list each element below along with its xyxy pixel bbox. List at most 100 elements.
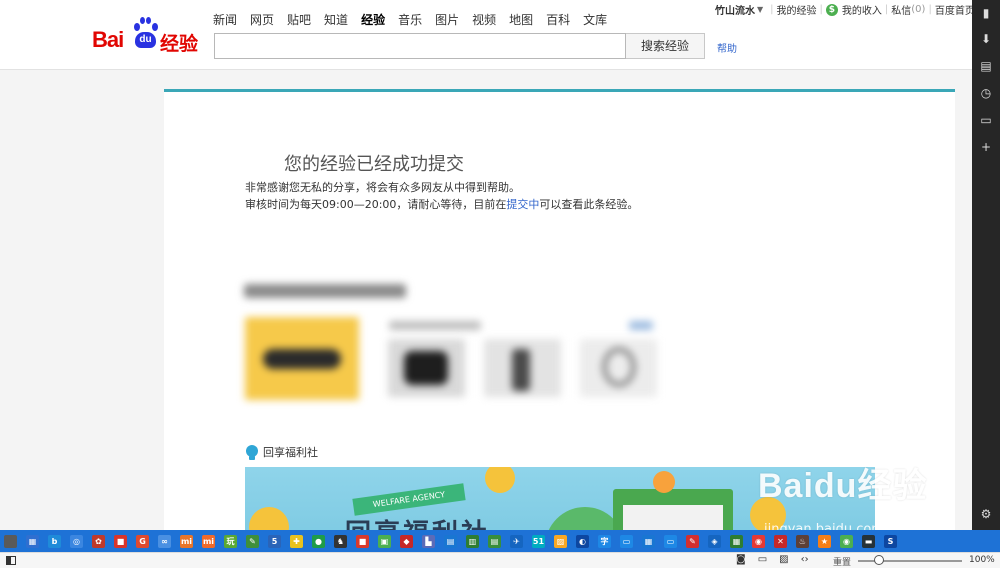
search-input[interactable] xyxy=(214,33,626,59)
nav-item-images[interactable]: 图片 xyxy=(435,11,459,28)
app-icon-13[interactable]: 5 xyxy=(268,534,281,548)
sun-graphic xyxy=(653,471,675,493)
top-nav: 新闻 网页 贴吧 知道 经验 音乐 图片 视频 地图 百科 文库 xyxy=(213,11,620,28)
app-icon-28[interactable]: 字 xyxy=(598,534,611,548)
app-icon-16[interactable]: ♞ xyxy=(334,534,347,548)
submitting-link[interactable]: 提交中 xyxy=(506,198,539,211)
app-icon-30[interactable]: ▦ xyxy=(642,534,655,548)
zoom-level: 100% xyxy=(969,555,995,565)
status-icons: ◙ ▭ ▨ ‹› xyxy=(736,554,821,565)
history-icon[interactable]: ◷ xyxy=(979,86,993,100)
app-icon-23[interactable]: ▤ xyxy=(488,534,501,548)
nav-item-web[interactable]: 网页 xyxy=(250,11,274,28)
blurred-heading xyxy=(244,284,406,298)
app-icon-5[interactable]: ✿ xyxy=(92,534,105,548)
app-icon-11[interactable]: 玩 xyxy=(224,534,237,548)
divider: | xyxy=(928,4,932,15)
app-icon-36[interactable]: ✕ xyxy=(774,534,787,548)
app-icon-34[interactable]: ▦ xyxy=(730,534,743,548)
bookmark-icon[interactable]: ▮ xyxy=(979,6,993,20)
nav-item-wenku[interactable]: 文库 xyxy=(583,11,607,28)
watermark-brand: Baidu经验 xyxy=(758,467,928,505)
baidu-watermark: Baidu经验 jingyan.baidu.com xyxy=(758,458,928,537)
app-icon-39[interactable]: ◉ xyxy=(840,534,853,548)
app-icon-6[interactable]: ■ xyxy=(114,534,127,548)
nav-item-jingyan[interactable]: 经验 xyxy=(361,11,385,28)
camera-icon[interactable]: ◙ xyxy=(736,554,746,565)
notes-icon[interactable]: ▤ xyxy=(979,59,993,73)
app-icon-21[interactable]: ▤ xyxy=(444,534,457,548)
app-icon-33[interactable]: ◈ xyxy=(708,534,721,548)
app-icon-12[interactable]: ✎ xyxy=(246,534,259,548)
logo-bai-text: Bai xyxy=(92,27,124,52)
download-icon[interactable]: ⬇ xyxy=(979,32,993,46)
divider: | xyxy=(819,4,823,15)
add-icon[interactable]: + xyxy=(979,140,993,154)
app-icon-41[interactable]: S xyxy=(884,534,897,548)
baidu-home-link[interactable]: 百度首页 xyxy=(935,2,975,17)
nav-item-video[interactable]: 视频 xyxy=(472,11,496,28)
app-icon-20[interactable]: ▙ xyxy=(422,534,435,548)
messages-link[interactable]: 私信 xyxy=(891,2,911,17)
app-icon-27[interactable]: ◐ xyxy=(576,534,589,548)
blurred-thumbnail[interactable] xyxy=(484,339,561,397)
blurred-thumbnail[interactable] xyxy=(580,339,657,397)
baidu-jingyan-logo[interactable]: Bai du 经验 xyxy=(92,17,204,57)
nav-item-map[interactable]: 地图 xyxy=(509,11,533,28)
app-icon-1[interactable] xyxy=(4,534,17,548)
app-icon-15[interactable]: ● xyxy=(312,534,325,548)
app-icon-4[interactable]: ◎ xyxy=(70,534,83,548)
taskbar: ▦ b ◎ ✿ ■ G ∞ mi mi 玩 ✎ 5 ✚ ● ♞ ■ ▣ ◆ ▙ ▤ ▥ ▤ ✈ 51 ▨ ◐ 字 ▭ ▦ ▭ ✎ ◈ ▦ ◉ ✕ ♨ ★… xyxy=(0,530,1000,552)
chevron-down-icon[interactable]: ▼ xyxy=(757,5,763,14)
app-icon-24[interactable]: ✈ xyxy=(510,534,523,548)
zoom-reset-button[interactable]: 重置 xyxy=(833,555,851,568)
username-menu[interactable]: 竹山流水 xyxy=(715,2,755,17)
logo-jingyan-text: 经验 xyxy=(160,33,199,55)
app-icon-29[interactable]: ▭ xyxy=(620,534,633,548)
my-income-link[interactable]: 我的收入 xyxy=(842,2,882,17)
nav-item-baike[interactable]: 百科 xyxy=(546,11,570,28)
app-icon-40[interactable]: ▬ xyxy=(862,534,875,548)
help-link[interactable]: 帮助 xyxy=(717,40,737,55)
app-icon-2[interactable]: ▦ xyxy=(26,534,39,548)
bing-icon[interactable]: b xyxy=(48,534,61,548)
app-icon-22[interactable]: ▥ xyxy=(466,534,479,548)
blurred-more-link[interactable] xyxy=(629,321,653,330)
nav-item-news[interactable]: 新闻 xyxy=(213,11,237,28)
window-icon[interactable]: ▭ xyxy=(758,554,767,565)
search-button[interactable]: 搜索经验 xyxy=(626,33,705,59)
app-icon-18[interactable]: ▣ xyxy=(378,534,391,548)
divider: | xyxy=(884,4,889,15)
app-icon-14[interactable]: ✚ xyxy=(290,534,303,548)
nav-item-tieba[interactable]: 贴吧 xyxy=(287,11,311,28)
zoom-slider-handle[interactable] xyxy=(874,555,884,565)
app-icon-31[interactable]: ▭ xyxy=(664,534,677,548)
app-icon-7[interactable]: G xyxy=(136,534,149,548)
code-icon[interactable]: ‹› xyxy=(801,554,809,565)
app-icon-32[interactable]: ✎ xyxy=(686,534,699,548)
image-icon[interactable]: ▨ xyxy=(779,554,788,565)
settings-icon[interactable]: ⚙ xyxy=(979,507,993,521)
messages-count: (0) xyxy=(911,4,926,15)
nav-item-music[interactable]: 音乐 xyxy=(398,11,422,28)
app-icon-25[interactable]: 51 xyxy=(532,534,545,548)
sidebar-toggle-icon[interactable] xyxy=(6,556,16,565)
app-icon-37[interactable]: ♨ xyxy=(796,534,809,548)
app-icon-8[interactable]: ∞ xyxy=(158,534,171,548)
blurred-thumbnail[interactable] xyxy=(388,339,465,397)
lightbulb-icon xyxy=(246,444,258,460)
blurred-promo-card[interactable] xyxy=(245,317,359,400)
app-icon-35[interactable]: ◉ xyxy=(752,534,765,548)
app-icon-17[interactable]: ■ xyxy=(356,534,369,548)
window-icon[interactable]: ▭ xyxy=(979,113,993,127)
app-icon-9[interactable]: mi xyxy=(180,534,193,548)
site-header: Bai du 经验 新闻 网页 贴吧 知道 经验 音乐 图片 视频 地图 百科 … xyxy=(0,0,975,70)
status-bar: ◙ ▭ ▨ ‹› 重置 100% xyxy=(0,552,1000,568)
app-icon-26[interactable]: ▨ xyxy=(554,534,567,548)
welfare-section-header: 回享福利社 xyxy=(246,444,318,460)
app-icon-19[interactable]: ◆ xyxy=(400,534,413,548)
nav-item-zhidao[interactable]: 知道 xyxy=(324,11,348,28)
my-experience-link[interactable]: 我的经验 xyxy=(777,2,817,17)
app-icon-10[interactable]: mi xyxy=(202,534,215,548)
app-icon-38[interactable]: ★ xyxy=(818,534,831,548)
